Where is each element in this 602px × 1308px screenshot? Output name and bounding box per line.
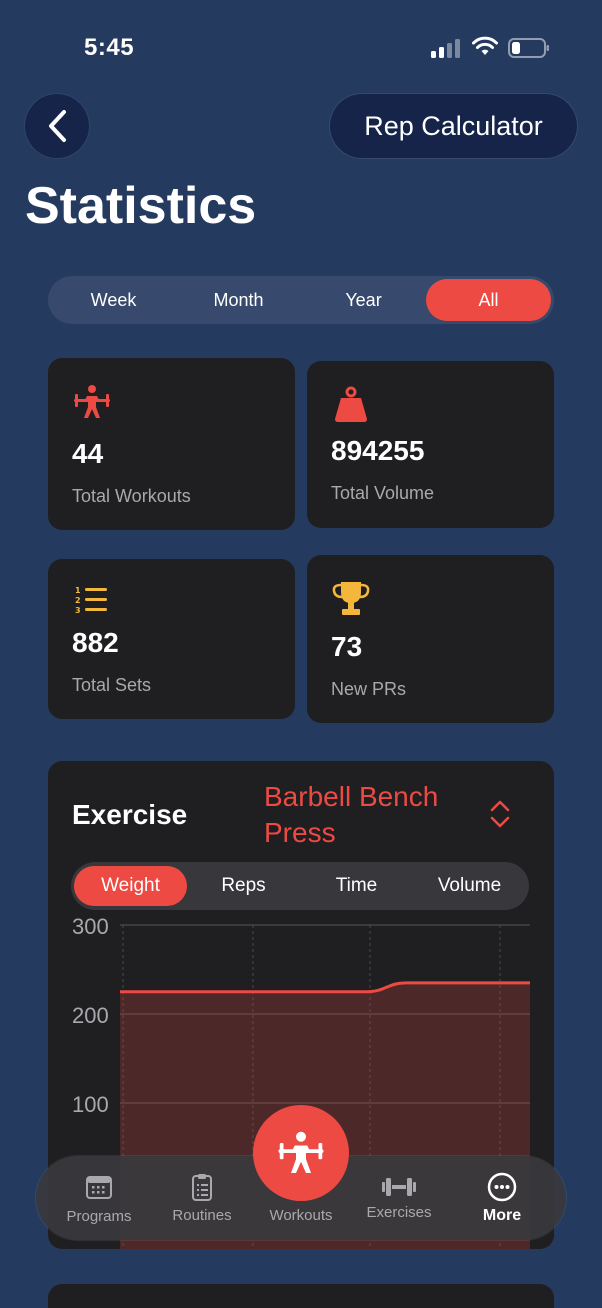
- next-card: [48, 1284, 554, 1308]
- period-tab-all[interactable]: All: [426, 279, 551, 321]
- total-volume-card: 894255 Total Volume: [307, 361, 554, 528]
- clipboard-icon: [192, 1174, 212, 1201]
- calendar-icon: [86, 1176, 112, 1199]
- period-tab-year[interactable]: Year: [301, 279, 426, 321]
- page-title: Statistics: [25, 177, 257, 235]
- y-tick-label-200: 200: [72, 1003, 109, 1028]
- total-sets-label: Total Sets: [72, 675, 152, 695]
- tab-programs[interactable]: Programs: [56, 1156, 142, 1240]
- cellular-signal-icon: [431, 39, 460, 58]
- period-segmented-control: Week Month Year All: [48, 276, 554, 324]
- metric-tab-weight[interactable]: Weight: [74, 866, 187, 906]
- total-workouts-label: Total Workouts: [72, 486, 191, 506]
- period-tab-month[interactable]: Month: [176, 279, 301, 321]
- y-tick-label-100: 100: [72, 1092, 109, 1117]
- back-button[interactable]: [25, 94, 89, 158]
- battery-icon: [508, 38, 549, 58]
- svg-text:1: 1: [75, 586, 81, 595]
- total-sets-value: 882: [72, 627, 119, 658]
- metric-tab-reps[interactable]: Reps: [187, 866, 300, 906]
- tab-routines-label: Routines: [172, 1207, 232, 1224]
- new-prs-label: New PRs: [331, 679, 407, 699]
- metric-segmented-control: Weight Reps Time Volume: [71, 862, 529, 910]
- metric-tab-volume[interactable]: Volume: [413, 866, 526, 906]
- exercise-label: Exercise: [72, 799, 188, 830]
- period-tab-week[interactable]: Week: [51, 279, 176, 321]
- chevron-left-icon: [49, 110, 66, 142]
- tab-programs-label: Programs: [66, 1208, 132, 1225]
- dumbbell-icon: [382, 1178, 416, 1196]
- ellipsis-circle-icon: [487, 1172, 517, 1202]
- weightlifter-icon: [278, 1131, 324, 1173]
- tab-more-label: More: [482, 1207, 522, 1224]
- tab-exercises-label: Exercises: [366, 1204, 432, 1221]
- tab-routines[interactable]: Routines: [160, 1156, 244, 1240]
- rep-calculator-button[interactable]: Rep Calculator: [330, 94, 577, 158]
- total-workouts-value: 44: [72, 438, 104, 469]
- numbered-list-icon: 1 2 3: [75, 586, 107, 615]
- tab-exercises[interactable]: Exercises: [356, 1156, 442, 1240]
- total-volume-value: 894255: [331, 435, 425, 466]
- status-bar: 5:45: [0, 0, 602, 90]
- metric-tab-time[interactable]: Time: [300, 866, 413, 906]
- y-tick-label-300: 300: [72, 914, 109, 939]
- status-time: 5:45: [84, 34, 135, 61]
- exercise-picker[interactable]: Barbell Bench Press: [264, 779, 484, 851]
- tab-workouts-label: Workouts: [269, 1207, 333, 1224]
- trophy-icon: [332, 582, 370, 615]
- tab-workouts[interactable]: [253, 1105, 349, 1201]
- chevron-up-down-icon[interactable]: [488, 799, 512, 829]
- total-volume-label: Total Volume: [331, 483, 435, 503]
- tab-more[interactable]: More: [462, 1156, 542, 1240]
- total-workouts-card: 44 Total Workouts: [48, 358, 295, 530]
- weightlifter-icon: [74, 385, 110, 418]
- svg-text:3: 3: [75, 606, 81, 615]
- svg-text:2: 2: [75, 596, 81, 605]
- new-prs-card: 73 New PRs: [307, 555, 554, 723]
- total-sets-card: 1 2 3 882 Total Sets: [48, 559, 295, 719]
- kettlebell-weight-icon: [335, 386, 367, 422]
- new-prs-value: 73: [331, 631, 363, 662]
- wifi-icon: [472, 36, 498, 55]
